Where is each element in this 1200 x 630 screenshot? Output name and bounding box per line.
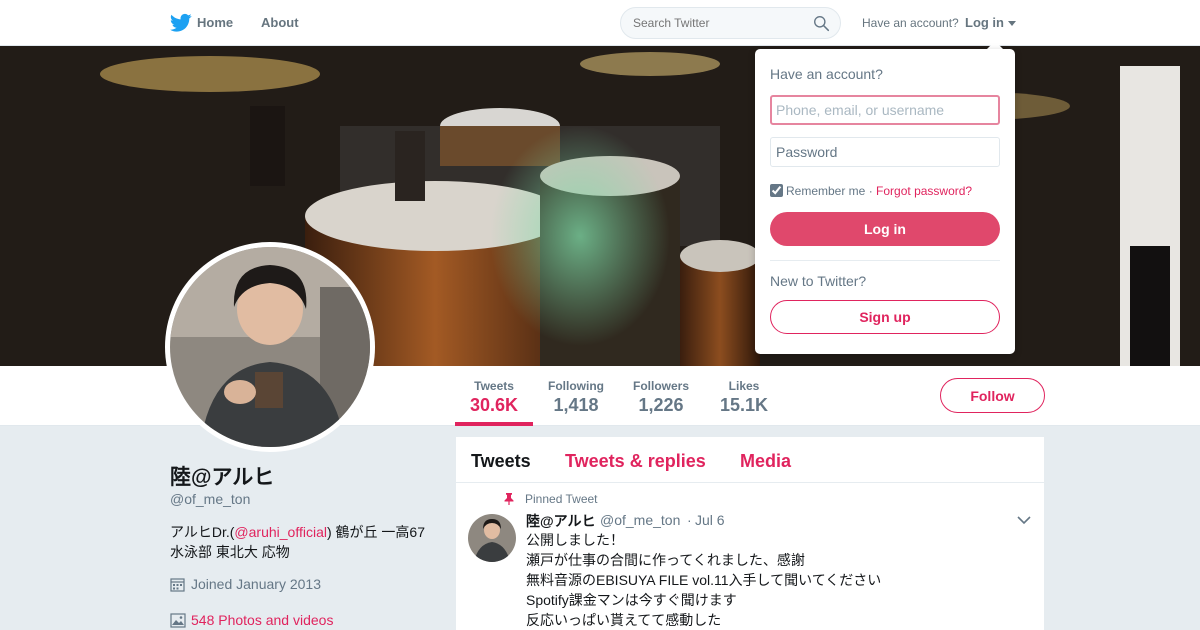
remember-separator: · — [868, 184, 873, 198]
tweet-line: 瀬戸が仕事の合間に作ってくれました、感謝 — [526, 552, 805, 568]
photos-text[interactable]: 548 Photos and videos — [191, 612, 333, 628]
chevron-down-icon[interactable] — [1017, 515, 1031, 525]
tab-tweets-replies[interactable]: Tweets & replies — [565, 451, 706, 472]
stat-label: Tweets — [474, 379, 514, 393]
tweet-line: 無料音源のEBISUYA FILE vol.11入手して聞いてください — [526, 572, 882, 588]
tweet-separator: · — [687, 512, 692, 528]
pin-icon — [504, 493, 514, 505]
photos-link[interactable]: 548 Photos and videos — [170, 612, 333, 628]
tweet-text: 公開しました！ 瀬戸が仕事の合間に作ってくれました、感謝 無料音源のEBISUY… — [526, 530, 881, 630]
nav-about-link[interactable]: About — [261, 15, 299, 30]
dropdown-arrow — [987, 41, 1003, 49]
search-box[interactable] — [620, 7, 841, 39]
photo-icon — [170, 613, 186, 628]
password-input[interactable] — [770, 137, 1000, 167]
bio-text: 水泳部 東北大 応物 — [170, 544, 290, 560]
have-account-text: Have an account? — [862, 16, 959, 30]
stat-following[interactable]: Following 1,418 — [548, 379, 604, 416]
joined-text: Joined January 2013 — [191, 576, 321, 592]
follow-button[interactable]: Follow — [940, 378, 1045, 413]
stat-label: Following — [548, 379, 604, 393]
username-input[interactable] — [770, 95, 1000, 125]
remember-checkbox[interactable] — [770, 184, 783, 197]
tab-tweets[interactable]: Tweets — [471, 451, 531, 472]
bio-text: ) 鶴が丘 一高67 — [326, 524, 425, 540]
bio-mention-link[interactable]: @aruhi_official — [234, 524, 327, 540]
divider — [770, 260, 1000, 261]
top-nav: Home About Have an account? Log in — [0, 0, 1200, 46]
tweet-avatar[interactable] — [468, 514, 516, 562]
tweet-author-handle[interactable]: @of_me_ton — [600, 512, 680, 528]
pinned-label: Pinned Tweet — [525, 492, 598, 506]
tweet-line: Spotify課金マンは今すぐ聞けます — [526, 592, 737, 608]
remember-row: Remember me · Forgot password? — [770, 184, 972, 198]
stat-value: 1,226 — [638, 395, 684, 415]
remember-label[interactable]: Remember me — [786, 184, 865, 198]
timeline: Tweets Tweets & replies Media Pinned Twe… — [456, 437, 1044, 630]
new-to-twitter-text: New to Twitter? — [770, 273, 867, 289]
joined-date: Joined January 2013 — [170, 576, 321, 592]
stat-followers[interactable]: Followers 1,226 — [633, 379, 689, 416]
login-button[interactable]: Log in — [770, 212, 1000, 246]
tab-media[interactable]: Media — [740, 451, 791, 472]
tweet-date[interactable]: Jul 6 — [695, 512, 725, 528]
profile-name[interactable]: 陸@アルヒ — [170, 461, 274, 491]
stat-value: 30.6K — [470, 395, 519, 415]
timeline-tabs: Tweets Tweets & replies Media — [456, 437, 1044, 483]
stat-tweets[interactable]: Tweets 30.6K — [470, 379, 518, 416]
bio-text: アルヒDr.( — [170, 524, 235, 540]
forgot-password-link[interactable]: Forgot password? — [876, 184, 972, 198]
tweet-line: 公開しました！ — [526, 532, 624, 548]
profile-avatar[interactable] — [165, 242, 375, 452]
stat-value: 15.1K — [720, 395, 769, 415]
nav-home-link[interactable]: Home — [197, 15, 233, 30]
login-link[interactable]: Log in — [965, 15, 1004, 30]
search-icon[interactable] — [813, 15, 830, 32]
avatar-photo — [170, 247, 370, 447]
search-input[interactable] — [633, 16, 803, 30]
tweet-line: 反応いっぱい貰えてて感動した — [526, 612, 722, 628]
stat-value: 1,418 — [553, 395, 599, 415]
profile-bio: アルヒDr.(@aruhi_official) 鶴が丘 一高67 水泳部 東北大… — [170, 522, 440, 562]
calendar-icon — [170, 578, 185, 592]
active-tab-indicator — [455, 422, 533, 426]
twitter-bird-icon[interactable] — [170, 13, 192, 33]
stat-likes[interactable]: Likes 15.1K — [720, 379, 768, 416]
stat-label: Followers — [633, 379, 690, 393]
caret-down-icon[interactable] — [1008, 21, 1016, 26]
signup-button[interactable]: Sign up — [770, 300, 1000, 334]
stat-label: Likes — [728, 379, 760, 393]
login-dropdown: Have an account? Remember me · Forgot pa… — [755, 49, 1015, 354]
profile-handle[interactable]: @of_me_ton — [170, 491, 250, 507]
tweet-author-name[interactable]: 陸@アルヒ — [526, 511, 596, 531]
dropdown-title: Have an account? — [770, 66, 883, 82]
